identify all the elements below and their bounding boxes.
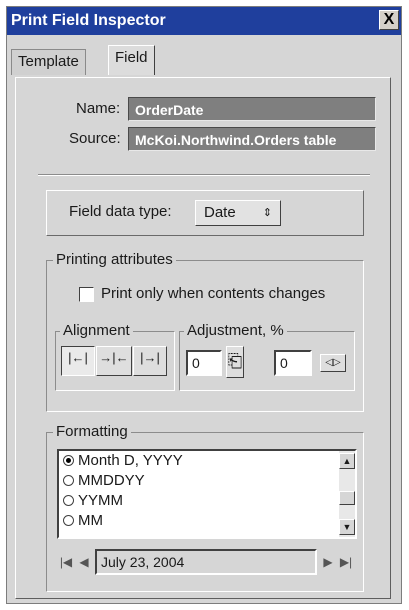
printing-attributes-group: Printing attributes Print only when cont… — [46, 251, 364, 412]
printing-attributes-title: Printing attributes — [53, 251, 176, 268]
title-bar[interactable]: Print Field Inspector X — [7, 7, 401, 35]
field-tab-panel: Name: OrderDate Source: McKoi.Northwind.… — [15, 77, 391, 599]
scroll-down-icon[interactable]: ▼ — [339, 519, 355, 535]
adjust-vertical-spinner[interactable]: ⎗ — [226, 346, 244, 378]
scroll-thumb[interactable] — [339, 491, 355, 505]
tab-template[interactable]: Template — [11, 49, 86, 75]
align-left-button[interactable]: |←| — [61, 346, 95, 376]
adjustment-title: Adjustment, % — [184, 322, 287, 339]
format-preview-field: July 23, 2004 — [95, 549, 317, 575]
format-option-label: MMDDYY — [78, 472, 145, 489]
alignment-title: Alignment — [60, 322, 133, 339]
print-only-changes-checkbox[interactable] — [79, 287, 94, 302]
format-option-label: Month D, YYYY — [78, 452, 183, 469]
align-right-button[interactable]: |→| — [133, 346, 167, 376]
separator — [38, 174, 370, 176]
format-option[interactable]: Month D, YYYY — [63, 451, 183, 471]
print-only-changes-label: Print only when contents changes — [101, 285, 326, 302]
close-button[interactable]: X — [379, 10, 399, 30]
adjust-horizontal-spinner[interactable]: ◁▷ — [320, 354, 346, 372]
format-option[interactable]: YYMM — [63, 491, 123, 511]
format-list-scrollbar[interactable]: ▲ ▼ — [339, 451, 355, 537]
format-option[interactable]: MM — [63, 511, 103, 531]
adjustment-group: Adjustment, % 0 ⎗ 0 ◁▷ — [179, 322, 355, 391]
adjust-right-input[interactable]: 0 — [274, 350, 312, 376]
format-option[interactable]: MMDDYY — [63, 471, 145, 491]
nav-first-icon[interactable]: |◀ — [57, 551, 75, 573]
data-type-value: Date — [204, 204, 236, 221]
alignment-group: Alignment |←| →|← |→| — [55, 322, 175, 391]
format-option-label: MM — [78, 512, 103, 529]
source-field: McKoi.Northwind.Orders table — [128, 127, 376, 151]
name-label: Name: — [76, 100, 121, 117]
format-list[interactable]: Month D, YYYY MMDDYY YYMM MM ▲ ▼ — [57, 449, 357, 539]
nav-last-icon[interactable]: ▶| — [337, 551, 355, 573]
align-center-button[interactable]: →|← — [96, 346, 132, 376]
format-option-label: YYMM — [78, 492, 123, 509]
adjust-left-input[interactable]: 0 — [186, 350, 222, 376]
tab-field[interactable]: Field — [108, 45, 155, 75]
chevron-updown-icon: ⇕ — [262, 207, 272, 219]
nav-next-icon[interactable]: ▶ — [319, 551, 337, 573]
source-label: Source: — [69, 130, 121, 147]
radio-icon — [63, 515, 74, 526]
radio-icon — [63, 495, 74, 506]
formatting-title: Formatting — [53, 423, 131, 440]
name-field: OrderDate — [128, 97, 376, 121]
formatting-group: Formatting Month D, YYYY MMDDYY YYMM MM … — [46, 423, 364, 592]
print-field-inspector-window: Print Field Inspector X Template Field N… — [6, 6, 402, 604]
radio-selected-icon — [63, 455, 74, 466]
data-type-label: Field data type: — [69, 203, 172, 220]
scroll-up-icon[interactable]: ▲ — [339, 453, 355, 469]
data-type-select[interactable]: Date ⇕ — [195, 200, 281, 226]
data-type-panel: Field data type: Date ⇕ — [46, 190, 364, 236]
radio-icon — [63, 475, 74, 486]
nav-prev-icon[interactable]: ◀ — [75, 551, 93, 573]
window-title: Print Field Inspector — [11, 12, 166, 29]
